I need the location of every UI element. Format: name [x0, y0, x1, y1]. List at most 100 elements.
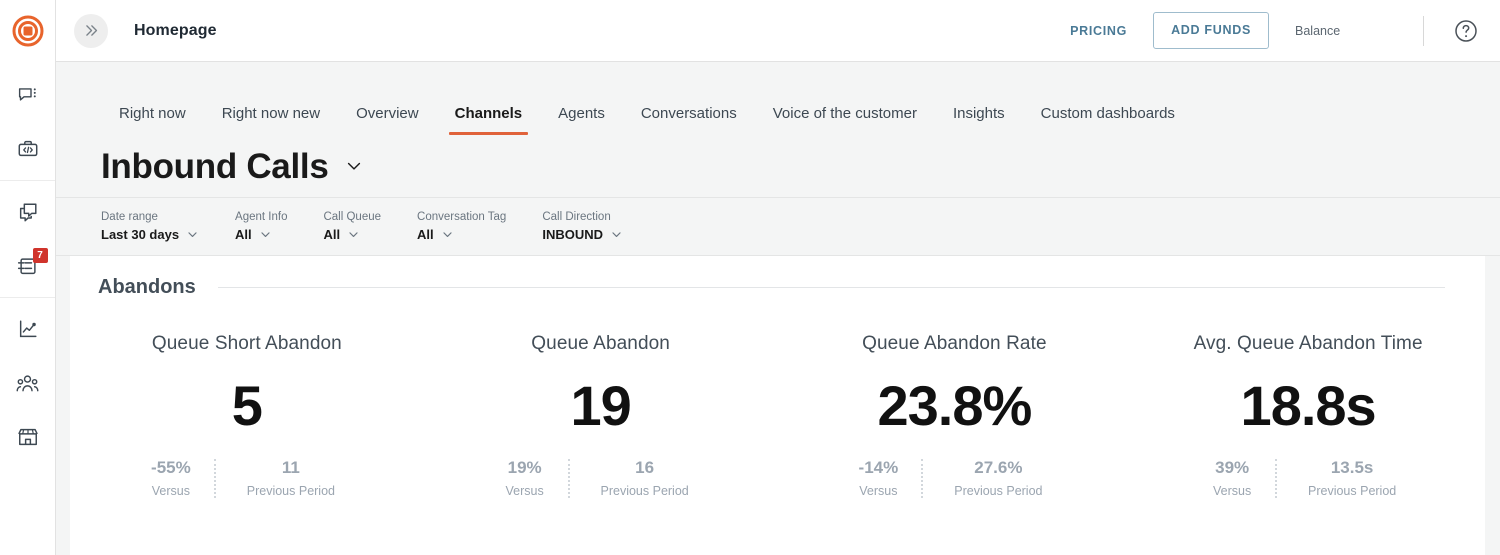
filter-dropdown-date-range[interactable]: Last 30 days	[101, 227, 199, 242]
sidebar-item-team[interactable]	[11, 366, 45, 400]
metric-previous-col: 11 Previous Period	[216, 459, 366, 498]
metric-footer: 39% Versus 13.5s Previous Period	[1141, 459, 1475, 498]
tabs-list: Right now Right now new Overview Channels Ag…	[101, 105, 1193, 135]
filter-dropdown-agent-info[interactable]: All	[235, 227, 287, 242]
sidebar-item-inbox[interactable]: 7	[11, 248, 48, 283]
storefront-icon	[17, 428, 38, 446]
metric-card-queue-short-abandon: Queue Short Abandon 5 -55% Versus 11 Previous…	[70, 333, 424, 498]
metric-title: Queue Abandon	[531, 333, 670, 354]
section-header: Abandons	[70, 276, 1485, 299]
content-gutter-right	[1485, 256, 1500, 555]
metric-previous-label: Previous Period	[246, 484, 335, 498]
metric-delta-value: -14%	[858, 458, 899, 477]
metric-delta-col: 39% Versus	[1189, 459, 1275, 498]
tab-agents[interactable]: Agents	[540, 105, 623, 135]
metric-value: 23.8%	[877, 374, 1032, 437]
tab-overview[interactable]: Overview	[338, 105, 437, 135]
tab-insights[interactable]: Insights	[935, 105, 1023, 135]
sidebar-item-chat[interactable]	[11, 78, 45, 112]
content-gutter-left	[56, 256, 70, 555]
metric-previous-col: 16 Previous Period	[570, 459, 720, 498]
sidebar-item-conversations[interactable]	[11, 195, 45, 229]
tab-channels[interactable]: Channels	[437, 105, 541, 135]
metric-title: Avg. Queue Abandon Time	[1193, 333, 1423, 354]
metric-previous-value: 11	[281, 458, 300, 477]
section-title: Abandons	[98, 276, 196, 298]
app-root: 7 Homepage PRICING ADD FUNDS Balance Rig…	[0, 0, 1500, 555]
metric-value: 18.8s	[1240, 374, 1377, 437]
metric-delta-value: 19%	[507, 458, 542, 477]
metric-footer: 19% Versus 16 Previous Period	[434, 459, 768, 498]
filter-dropdown-call-direction[interactable]: INBOUND	[542, 227, 623, 242]
chevron-down-icon	[443, 232, 452, 237]
filter-conversation-tag: Conversation Tag All	[417, 211, 506, 242]
tab-custom-dashboards[interactable]: Custom dashboards	[1023, 105, 1193, 135]
filter-dropdown-call-queue[interactable]: All	[323, 227, 381, 242]
filter-value-agent-info: All	[235, 226, 252, 242]
target-logo-icon	[12, 15, 43, 47]
metric-delta-value: -55%	[151, 458, 191, 477]
metric-delta-label: Versus	[859, 484, 898, 498]
rail-group-1	[0, 62, 55, 180]
sidebar-item-developer[interactable]	[11, 132, 45, 166]
top-bar: Homepage PRICING ADD FUNDS Balance	[56, 0, 1500, 62]
filter-value-call-direction: INBOUND	[542, 226, 603, 242]
metric-previous-label: Previous Period	[1308, 484, 1397, 498]
balance-display: Balance	[1295, 24, 1415, 38]
page-title-row: Inbound Calls	[56, 135, 1500, 197]
metric-delta-col: -55% Versus	[128, 459, 214, 498]
metric-delta-label: Versus	[151, 484, 190, 498]
add-funds-button[interactable]: ADD FUNDS	[1153, 12, 1269, 49]
filter-label-conversation-tag: Conversation Tag	[417, 211, 507, 224]
tab-voice-of-the-customer[interactable]: Voice of the customer	[755, 105, 935, 135]
metric-value: 19	[570, 374, 631, 437]
help-button[interactable]	[1454, 19, 1478, 43]
metric-previous-value: 13.5s	[1330, 458, 1374, 477]
chevron-down-icon	[349, 232, 358, 237]
metric-footer: -14% Versus 27.6% Previous Period	[788, 459, 1122, 498]
expand-sidebar-button[interactable]	[74, 13, 108, 48]
filter-agent-info: Agent Info All	[235, 211, 287, 242]
metric-title: Queue Short Abandon	[151, 333, 342, 354]
pricing-link[interactable]: PRICING	[1070, 24, 1127, 38]
conversations-copy-icon	[19, 203, 37, 222]
metric-delta-col: -14% Versus	[835, 459, 921, 498]
filter-date-range: Date range Last 30 days	[101, 211, 199, 242]
section-divider	[217, 287, 1445, 288]
briefcase-code-icon	[18, 140, 37, 157]
filter-dropdown-conversation-tag[interactable]: All	[417, 227, 506, 242]
inbox-unread-badge: 7	[32, 248, 48, 263]
filter-label-agent-info: Agent Info	[235, 211, 288, 224]
page-title-dropdown-button[interactable]	[344, 156, 364, 176]
sidebar-item-analytics[interactable]	[11, 312, 45, 346]
chat-menu-icon	[18, 87, 36, 101]
tab-right-now-new[interactable]: Right now new	[204, 105, 338, 135]
question-circle-icon	[1455, 19, 1477, 42]
metric-previous-value: 16	[635, 458, 655, 477]
filter-bar: Date range Last 30 days Agent Info All Call …	[56, 197, 1500, 256]
metric-value: 5	[231, 374, 263, 437]
metric-cards-row: Queue Short Abandon 5 -55% Versus 11 Previous…	[70, 333, 1485, 498]
metric-delta-value: 39%	[1215, 458, 1250, 477]
tab-right-now[interactable]: Right now	[101, 105, 204, 135]
main-area: Homepage PRICING ADD FUNDS Balance Right…	[56, 0, 1500, 555]
tab-conversations[interactable]: Conversations	[623, 105, 755, 135]
sidebar-item-marketplace[interactable]	[11, 420, 45, 454]
filter-value-date-range: Last 30 days	[101, 226, 180, 242]
rail-group-3	[0, 297, 55, 468]
filter-call-queue: Call Queue All	[323, 211, 381, 242]
metric-previous-col: 13.5s Previous Period	[1277, 459, 1427, 498]
chevron-down-icon	[261, 232, 270, 237]
double-chevron-right-icon	[85, 25, 97, 36]
breadcrumb[interactable]: Homepage	[134, 22, 217, 40]
page-title: Inbound Calls	[101, 146, 329, 186]
app-logo[interactable]	[0, 0, 55, 62]
topbar-divider	[1423, 15, 1424, 46]
filter-label-call-direction: Call Direction	[542, 211, 611, 224]
filter-label-call-queue: Call Queue	[323, 211, 382, 224]
metric-delta-label: Versus	[505, 484, 544, 498]
metric-previous-value: 27.6%	[974, 458, 1023, 477]
chevron-down-icon	[348, 162, 361, 170]
metric-card-queue-abandon-rate: Queue Abandon Rate 23.8% -14% Versus 27.6% Pr…	[778, 333, 1132, 498]
metric-previous-col: 27.6% Previous Period	[923, 459, 1073, 498]
